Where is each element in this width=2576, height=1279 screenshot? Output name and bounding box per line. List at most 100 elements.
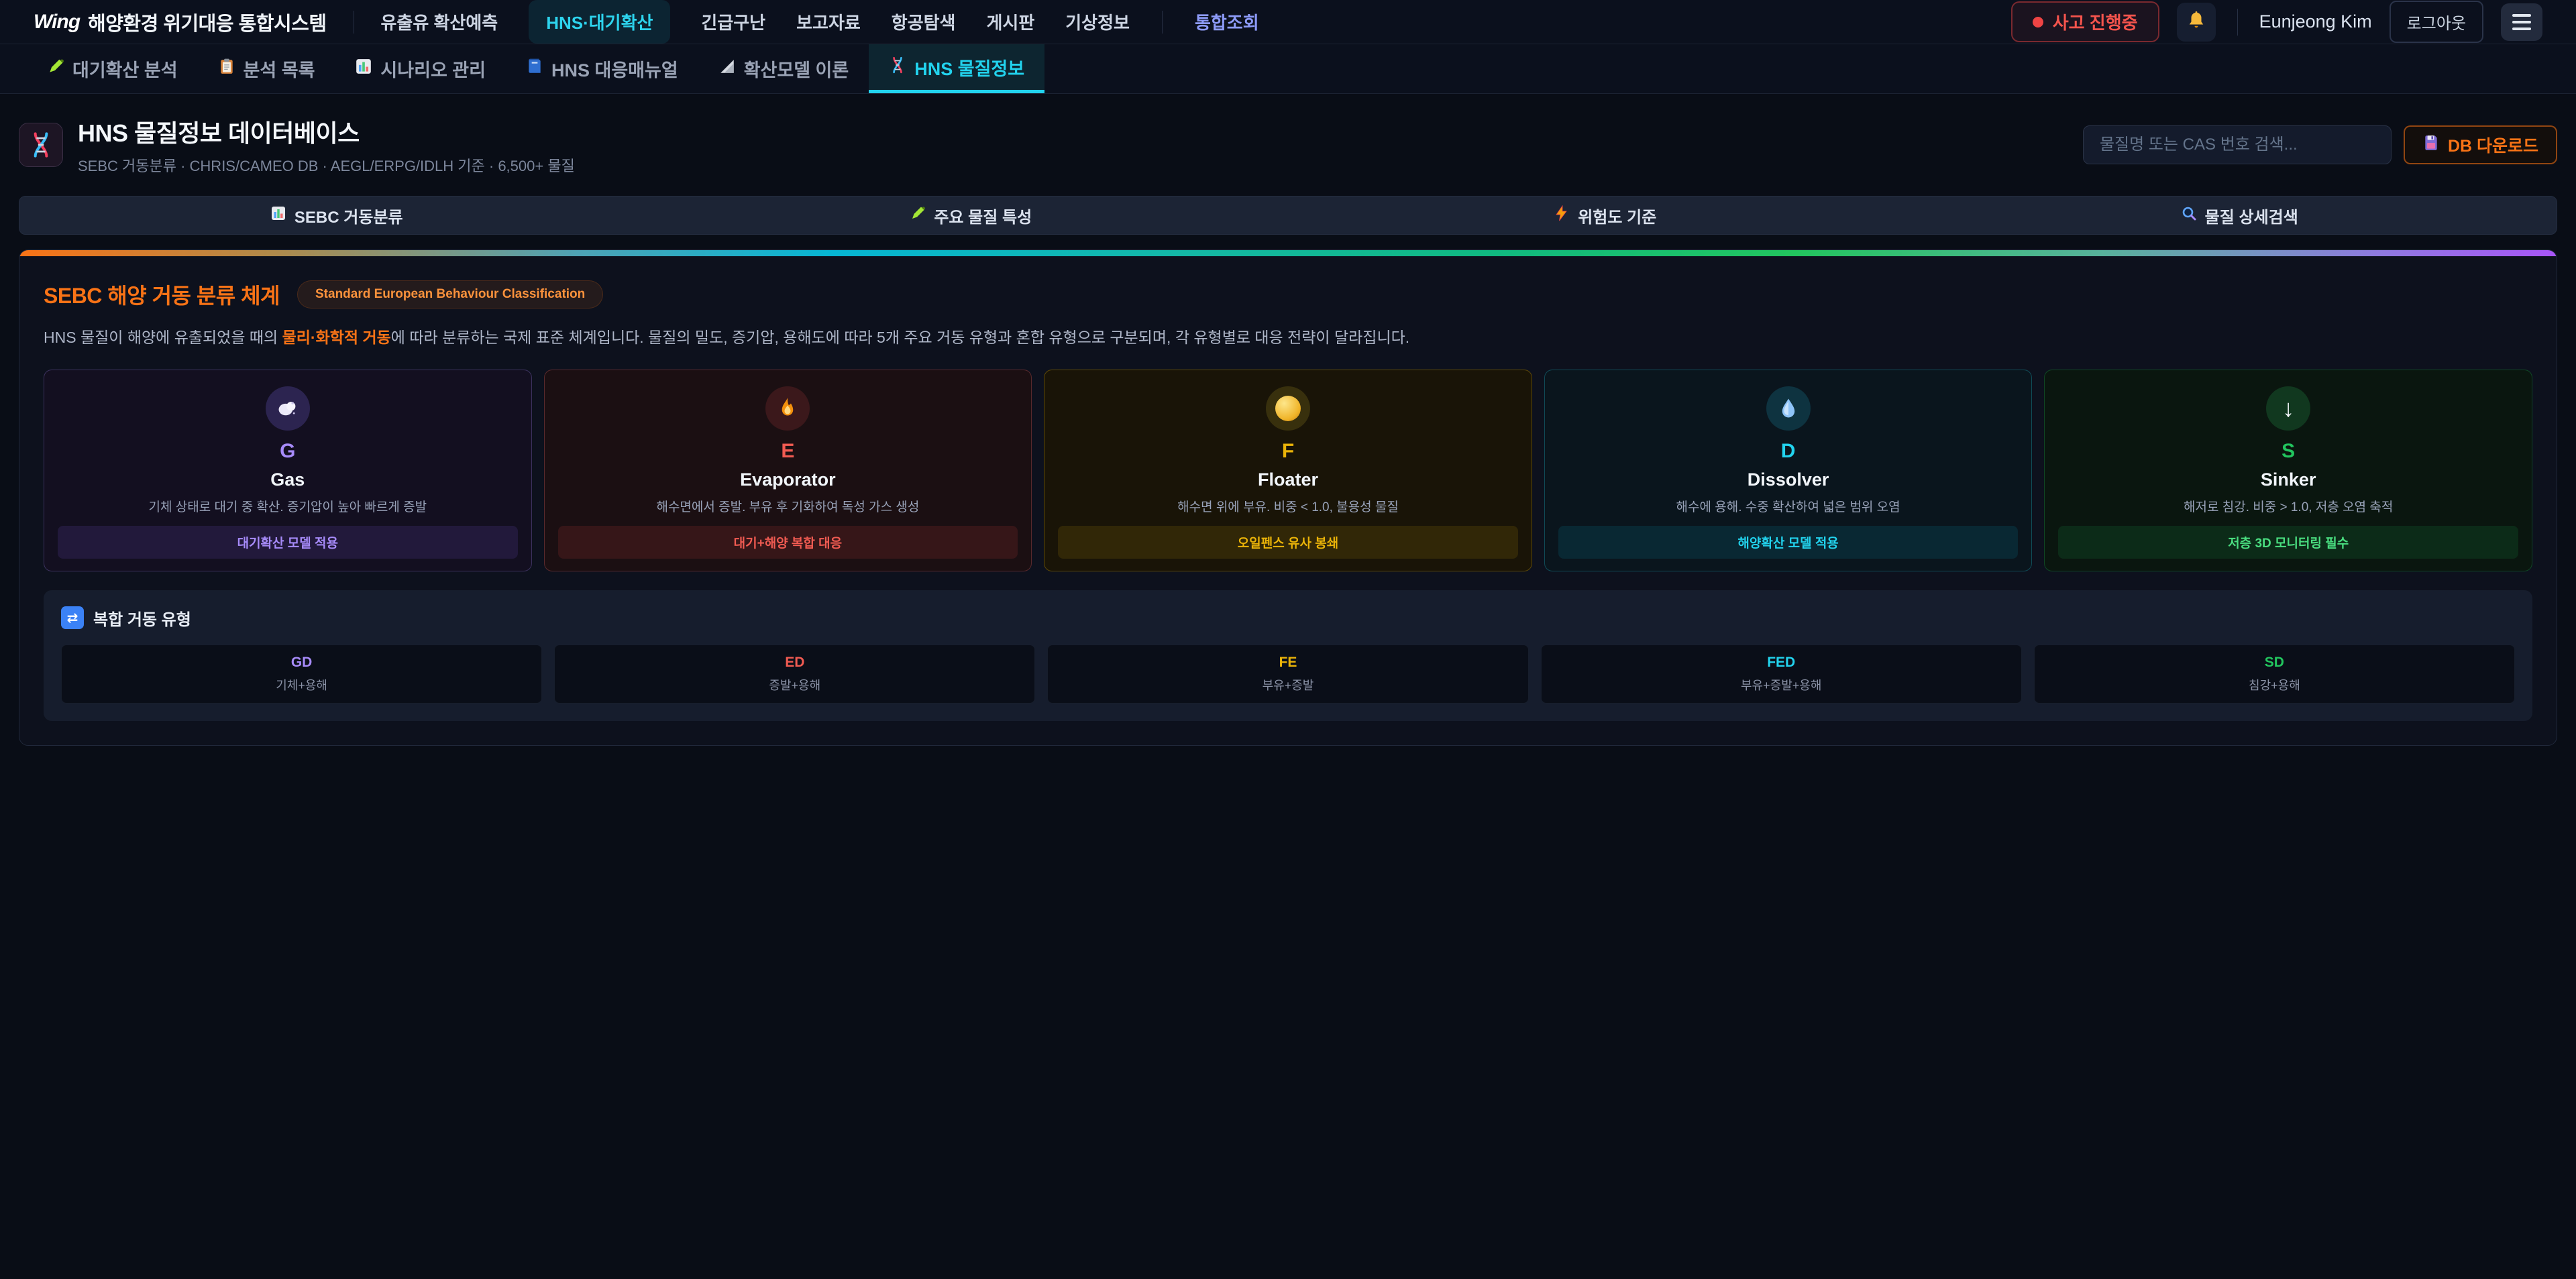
dna-icon [19,123,63,167]
subtab-hns-response-manual[interactable]: HNS 대응매뉴얼 [506,44,698,93]
chip-label: 기체+용해 [68,676,535,693]
pencil-icon [910,205,926,226]
behavior-strategy-badge: 대기+해양 복합 대응 [558,526,1018,559]
behavior-description: 기체 상태로 대기 중 확산. 증기압이 높아 빠르게 증발 [149,497,427,515]
behavior-name: Gas [270,469,305,490]
tab-key-substance-properties[interactable]: 주요 물질 특성 [654,197,1289,234]
down-arrow-icon: ↓ [2266,386,2310,431]
book-icon [526,58,543,80]
tab-substance-detail-search[interactable]: 물질 상세검색 [1923,197,2557,234]
chip-code: GD [68,655,535,671]
complex-chips-row: GD 기체+용해 ED 증발+용해 FE 부유+증발 FED 부유+증발+용해 … [61,645,2515,704]
droplet-icon [1766,386,1811,431]
shuffle-icon: ⇄ [61,606,84,629]
nav-item-weather[interactable]: 기상정보 [1065,9,1130,34]
top-navigation-bar: Wing 해양환경 위기대응 통합시스템 유출유 확산예측 HNS·대기확산 긴… [0,0,2576,44]
lightning-icon [1554,205,1570,226]
nav-item-rescue[interactable]: 긴급구난 [701,9,765,34]
bar-chart-icon [270,205,286,226]
nav-item-aerial-search[interactable]: 항공탐색 [892,9,956,34]
nav-item-oil-spill[interactable]: 유출유 확산예측 [381,9,498,34]
section-description: HNS 물질이 해양에 유출되었을 때의 물리·화학적 거동에 따라 분류하는 … [44,326,2532,349]
substance-search-input[interactable] [2083,125,2392,164]
brand-mark: Wing [34,11,80,34]
notification-bell-button[interactable] [2177,3,2216,42]
behavior-card-floater[interactable]: F Floater 해수면 위에 부유. 비중 < 1.0, 불용성 물질 오일… [1044,370,1532,571]
behavior-name: Dissolver [1748,469,1829,490]
behavior-card-dissolver[interactable]: D Dissolver 해수에 용해. 수중 확산하여 넓은 범위 오염 해양확… [1544,370,2033,571]
float-ball-icon [1266,386,1310,431]
chip-label: 부유+증발 [1055,676,1521,693]
chip-label: 부유+증발+용해 [1548,676,2015,693]
behavior-code: G [280,440,295,463]
behavior-strategy-badge: 오일펜스 유사 봉쇄 [1058,526,1518,559]
gas-cloud-icon [266,386,310,431]
incident-status-label: 사고 진행중 [2053,9,2138,34]
dna-icon [889,56,906,78]
bar-chart-icon [355,58,372,80]
tab-label: 물질 상세검색 [2205,204,2298,227]
subtab-label: HNS 물질정보 [914,54,1024,80]
tab-sebc-classification[interactable]: SEBC 거동분류 [19,197,654,234]
behavior-description: 해저로 침강. 비중 > 1.0, 저층 오염 축적 [2184,497,2393,515]
subtab-dispersion-model-theory[interactable]: 확산모델 이론 [698,44,869,93]
incident-status-badge[interactable]: 사고 진행중 [2011,1,2159,42]
behavior-description: 해수에 용해. 수중 확산하여 넓은 범위 오염 [1676,497,1900,515]
subtab-scenario-management[interactable]: 시나리오 관리 [335,44,506,93]
nav-item-hns-air[interactable]: HNS·대기확산 [529,0,670,44]
tab-risk-criteria[interactable]: 위험도 기준 [1288,197,1923,234]
chip-code: FED [1548,655,2015,671]
chip-label: 침강+용해 [2041,676,2508,693]
complex-section-title: 복합 거동 유형 [93,606,191,630]
behavior-card-evaporator[interactable]: E Evaporator 해수면에서 증발. 부유 후 기화하여 독성 가스 생… [544,370,1032,571]
bell-icon [2186,10,2206,34]
tab-label: 위험도 기준 [1578,204,1656,227]
page-title: HNS 물질정보 데이터베이스 [78,114,575,149]
nav-item-integrated-search[interactable]: 통합조회 [1195,9,1259,34]
page-header: HNS 물질정보 데이터베이스 SEBC 거동분류 · CHRIS/CAMEO … [0,94,2576,192]
behavior-name: Floater [1258,469,1318,490]
subtab-label: HNS 대응매뉴얼 [551,56,678,82]
subtab-label: 분석 목록 [244,56,315,82]
tab-label: 주요 물질 특성 [934,204,1032,227]
complex-chip-gd[interactable]: GD 기체+용해 [61,645,542,704]
complex-chip-ed[interactable]: ED 증발+용해 [554,645,1035,704]
nav-item-board[interactable]: 게시판 [986,9,1034,34]
nav-item-reports[interactable]: 보고자료 [796,9,861,34]
user-name: Eunjeong Kim [2259,11,2372,32]
chip-code: ED [561,655,1028,671]
complex-chip-fed[interactable]: FED 부유+증발+용해 [1541,645,2022,704]
chip-label: 증발+용해 [561,676,1028,693]
flame-icon [765,386,810,431]
section-badge: Standard European Behaviour Classificati… [297,280,603,309]
behavior-card-sinker[interactable]: ↓ S Sinker 해저로 침강. 비중 > 1.0, 저층 오염 축적 저층… [2044,370,2532,571]
subtab-air-dispersion-analysis[interactable]: 대기확산 분석 [27,44,198,93]
subtab-label: 대기확산 분석 [72,56,178,82]
app-logo[interactable]: Wing 해양환경 위기대응 통합시스템 [34,8,327,36]
subtab-label: 시나리오 관리 [380,56,486,82]
complex-behavior-section: ⇄ 복합 거동 유형 GD 기체+용해 ED 증발+용해 FE 부유+증발 FE… [44,590,2532,721]
logout-button[interactable]: 로그아웃 [2390,1,2483,43]
tab-label: SEBC 거동분류 [294,204,403,227]
ruler-icon [718,58,736,80]
behavior-name: Evaporator [740,469,836,490]
behavior-card-gas[interactable]: G Gas 기체 상태로 대기 중 확산. 증기압이 높아 빠르게 증발 대기확… [44,370,532,571]
section-tab-strip: SEBC 거동분류 주요 물질 특성 위험도 기준 물질 상세검색 [19,196,2557,235]
hamburger-menu-icon[interactable] [2501,3,2542,41]
behavior-description: 해수면에서 증발. 부유 후 기화하여 독성 가스 생성 [656,497,919,515]
complex-chip-fe[interactable]: FE 부유+증발 [1047,645,1528,704]
sebc-classification-panel: SEBC 해양 거동 분류 체계 Standard European Behav… [19,249,2557,746]
divider [1162,11,1163,34]
search-icon [2181,205,2197,226]
clipboard-icon [218,58,235,80]
subtab-label: 확산모델 이론 [744,56,849,82]
save-disk-icon [2422,134,2440,156]
db-download-button[interactable]: DB 다운로드 [2404,125,2557,164]
subtab-hns-substance-info[interactable]: HNS 물질정보 [869,44,1044,93]
complex-chip-sd[interactable]: SD 침강+용해 [2034,645,2515,704]
subtab-analysis-list[interactable]: 분석 목록 [198,44,335,93]
chip-code: SD [2041,655,2508,671]
page-subtitle: SEBC 거동분류 · CHRIS/CAMEO DB · AEGL/ERPG/I… [78,154,575,176]
behavior-strategy-badge: 해양확산 모델 적용 [1558,526,2019,559]
behavior-strategy-badge: 저층 3D 모니터링 필수 [2058,526,2518,559]
